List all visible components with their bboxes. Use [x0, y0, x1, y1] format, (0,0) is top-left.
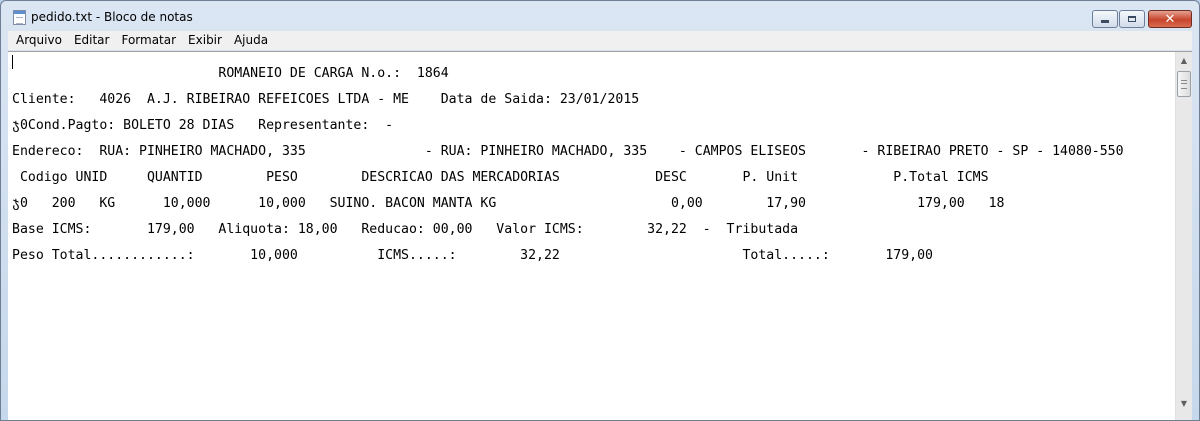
- notepad-icon[interactable]: [13, 10, 26, 25]
- document-line: ჯ0Cond.Pagto: BOLETO 28 DIAS Representan…: [12, 118, 394, 133]
- document-line: ჯ0 200 KG 10,000 10,000 SUINO. BACON MAN…: [12, 196, 1005, 211]
- document-line: Peso Total............: 10,000 ICMS.....…: [12, 248, 933, 263]
- text-area[interactable]: ROMANEIO DE CARGA N.o.: 1864 Cliente: 40…: [8, 52, 1176, 420]
- maximize-button[interactable]: [1119, 10, 1145, 28]
- document-line: Base ICMS: 179,00 Aliquota: 18,00 Reduca…: [12, 222, 799, 237]
- scroll-thumb[interactable]: [1177, 71, 1191, 97]
- close-icon: ✕: [1164, 11, 1176, 27]
- window-title: pedido.txt - Bloco de notas: [31, 10, 193, 24]
- menu-ajuda[interactable]: Ajuda: [228, 31, 274, 50]
- minimize-button[interactable]: [1092, 10, 1118, 28]
- menu-bar: Arquivo Editar Formatar Exibir Ajuda: [8, 31, 1192, 50]
- document-line: Endereco: RUA: PINHEIRO MACHADO, 335 - R…: [12, 144, 1124, 159]
- menu-arquivo[interactable]: Arquivo: [8, 31, 68, 50]
- vertical-scrollbar[interactable]: ▲ ▼: [1175, 52, 1192, 420]
- notepad-window: pedido.txt - Bloco de notas ✕ Arquivo Ed…: [0, 0, 1200, 421]
- arrow-down-icon: ▼: [1180, 399, 1188, 408]
- document-line: Cliente: 4026 A.J. RIBEIRAO REFEICOES LT…: [12, 92, 640, 107]
- minimize-icon: [1101, 20, 1109, 23]
- title-bar[interactable]: pedido.txt - Bloco de notas ✕: [1, 1, 1199, 31]
- arrow-up-icon: ▲: [1180, 56, 1188, 65]
- menu-editar[interactable]: Editar: [68, 31, 116, 50]
- caption-buttons: ✕: [1092, 10, 1192, 28]
- document-line: Codigo UNID QUANTID PESO DESCRICAO DAS M…: [12, 170, 989, 185]
- document-line: ROMANEIO DE CARGA N.o.: 1864: [12, 66, 449, 81]
- maximize-icon: [1128, 16, 1136, 22]
- editor[interactable]: ROMANEIO DE CARGA N.o.: 1864 Cliente: 40…: [8, 51, 1192, 420]
- close-button[interactable]: ✕: [1148, 10, 1192, 28]
- menu-exibir[interactable]: Exibir: [182, 31, 228, 50]
- scroll-up-button[interactable]: ▲: [1176, 52, 1192, 69]
- scroll-down-button[interactable]: ▼: [1176, 395, 1192, 412]
- menu-formatar[interactable]: Formatar: [115, 31, 182, 50]
